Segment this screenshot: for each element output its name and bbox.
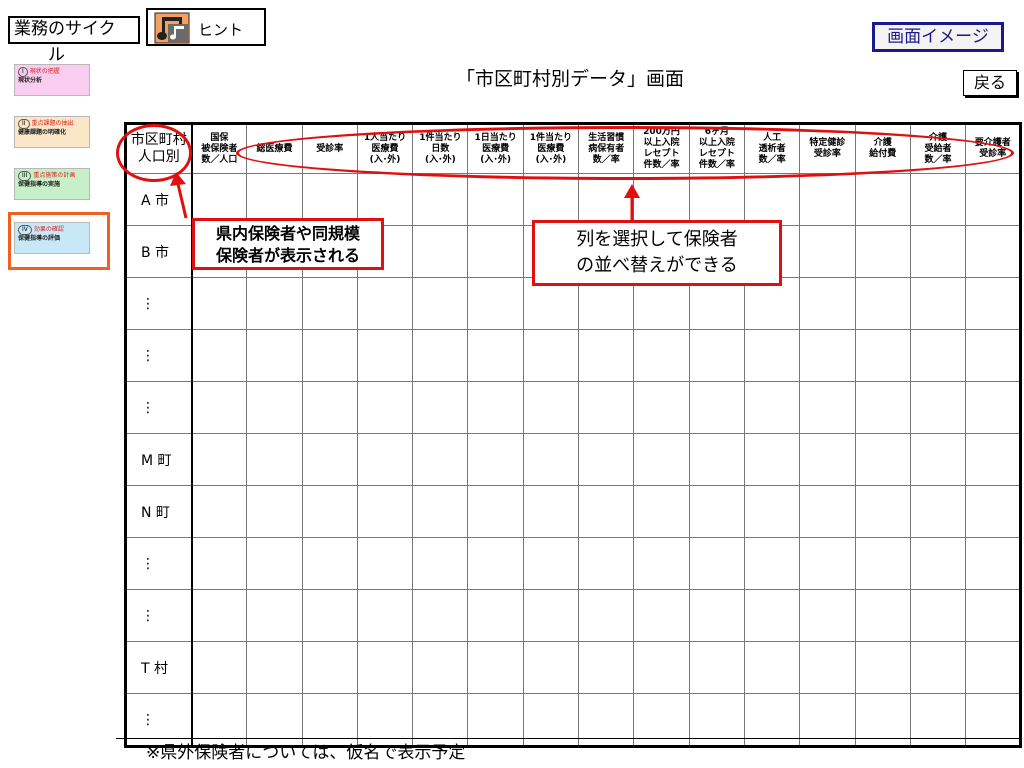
callout-insurer-display: 県内保険者や同規模 保険者が表示される — [192, 218, 384, 270]
callout-sort-columns: 列を選択して保険者 の並べ替えができる — [532, 220, 782, 286]
footnote: ※県外保険者については、仮名で表示予定 — [146, 743, 466, 763]
callout-arrows — [170, 172, 640, 220]
